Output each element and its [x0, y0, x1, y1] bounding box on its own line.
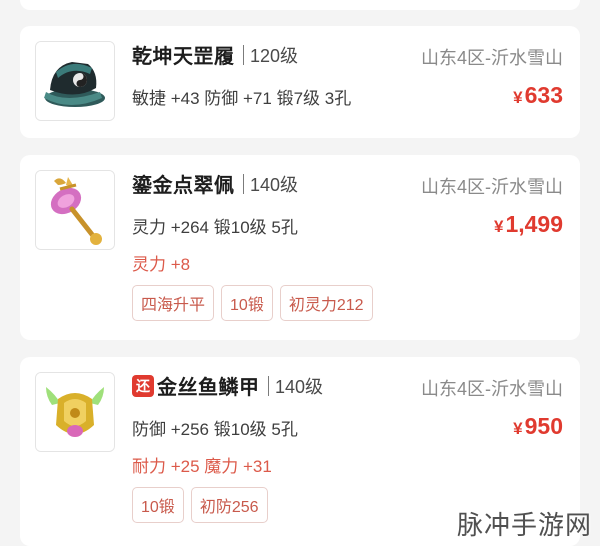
divider	[242, 173, 244, 194]
title-row: 还 金丝鱼鳞甲 140级	[132, 371, 323, 400]
listing-card[interactable]: 鎏金点翠佩 140级 山东4区-沂水雪山 灵力 +264 锻10级 5孔 ¥1,…	[20, 155, 580, 340]
server-name: 山东4区-沂水雪山	[420, 48, 563, 68]
currency-symbol: ¥	[513, 88, 523, 107]
return-badge: 还	[132, 374, 154, 397]
title-row: 鎏金点翠佩 140级	[132, 169, 298, 198]
item-stats: 灵力 +264 锻10级 5孔	[132, 218, 298, 237]
price: ¥1,499	[494, 211, 563, 238]
item-thumbnail[interactable]	[35, 41, 115, 121]
tag: 10锻	[221, 285, 273, 321]
tag: 初灵力212	[279, 285, 373, 321]
tag-list: 10锻 初防256	[132, 487, 268, 523]
server-name: 山东4区-沂水雪山	[420, 379, 563, 399]
server-name: 山东4区-沂水雪山	[420, 177, 563, 197]
black-boots-icon	[36, 42, 114, 120]
divider	[267, 375, 269, 396]
price-value: 1,499	[505, 211, 563, 237]
previous-card-edge	[20, 0, 580, 10]
price-value: 633	[524, 82, 563, 108]
currency-symbol: ¥	[513, 419, 523, 438]
item-thumbnail[interactable]	[35, 372, 115, 452]
listing-card[interactable]: 乾坤天罡履 120级 山东4区-沂水雪山 敏捷 +43 防御 +71 锻7级 3…	[20, 26, 580, 138]
tag: 初防256	[190, 487, 268, 523]
tag-list: 四海升平 10锻 初灵力212	[132, 285, 373, 321]
item-name: 金丝鱼鳞甲	[157, 377, 260, 399]
item-level: 120级	[250, 45, 299, 66]
price-value: 950	[524, 413, 563, 439]
gold-pendant-icon	[36, 171, 114, 249]
currency-symbol: ¥	[493, 217, 504, 236]
tag: 四海升平	[132, 285, 215, 321]
item-level: 140级	[275, 376, 324, 397]
watermark: 脉冲手游网	[456, 510, 592, 540]
item-thumbnail[interactable]	[35, 170, 115, 250]
extra-attribute: 灵力 +8	[132, 255, 191, 274]
price: ¥633	[513, 82, 563, 109]
item-level: 140级	[250, 174, 299, 195]
title-row: 乾坤天罡履 120级	[132, 40, 298, 69]
gold-armor-icon	[36, 373, 114, 451]
item-name: 鎏金点翠佩	[132, 175, 235, 197]
extra-attribute: 耐力 +25 魔力 +31	[132, 457, 272, 476]
item-stats: 敏捷 +43 防御 +71 锻7级 3孔	[132, 89, 352, 108]
item-stats: 防御 +256 锻10级 5孔	[132, 420, 298, 439]
item-name: 乾坤天罡履	[132, 46, 235, 68]
price: ¥950	[513, 413, 563, 440]
tag: 10锻	[132, 487, 184, 523]
divider	[242, 44, 244, 65]
